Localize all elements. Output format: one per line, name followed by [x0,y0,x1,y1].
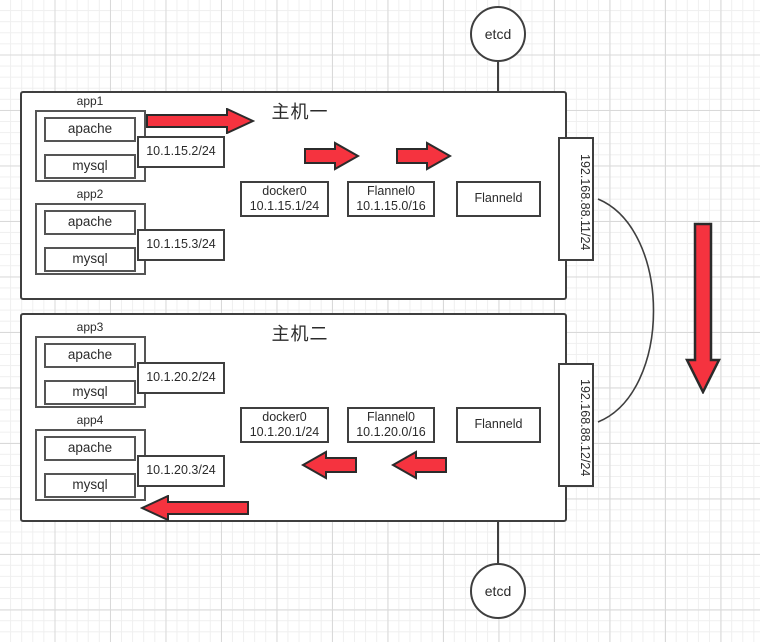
host1-flannel0-box: Flannel0 10.1.15.0/16 [347,181,435,217]
host1-docker0-box: docker0 10.1.15.1/24 [240,181,329,217]
app2-service-mysql: mysql [44,247,136,272]
app3-service-apache: apache [44,343,136,368]
etcd-bottom-node: etcd [470,563,526,619]
host2-docker0-box: docker0 10.1.20.1/24 [240,407,329,443]
app3-label: app3 [76,320,104,334]
app2-label: app2 [76,187,104,201]
app1-ip-box: 10.1.15.2/24 [137,136,225,168]
host2-docker0-name: docker0 [262,409,307,424]
host1-nic-box: 192.168.88.11/24 [558,137,594,261]
host2-flannel0-name: Flannel0 [367,409,415,424]
host2-flannel0-ip: 10.1.20.0/16 [356,425,426,439]
host1-title: 主机一 [271,102,329,122]
flow-arrow-down-inter-host [685,222,721,394]
diagram-canvas: 主机一 app1 apache mysql 10.1.15.2/24 app2 … [0,0,760,642]
app1-label: app1 [76,94,104,108]
host1-docker0-ip: 10.1.15.1/24 [249,199,320,213]
app2-ip-box: 10.1.15.3/24 [137,229,225,261]
host1-flannel0-ip: 10.1.15.0/16 [356,199,426,213]
etcd-top-node: etcd [470,6,526,62]
app4-label: app4 [76,413,104,427]
host2-docker0-ip: 10.1.20.1/24 [249,425,320,439]
app4-service-mysql: mysql [44,473,136,498]
app3-service-mysql: mysql [44,380,136,405]
app2-service-apache: apache [44,210,136,235]
inter-host-network-curve [597,198,655,423]
host2-title: 主机二 [271,324,329,344]
app3-ip-box: 10.1.20.2/24 [137,362,225,394]
host1-flannel0-name: Flannel0 [367,183,415,198]
app1-service-mysql: mysql [44,154,136,179]
app4-service-apache: apache [44,436,136,461]
host2-flanneld-box: Flanneld [456,407,541,443]
host2-nic-box: 192.168.88.12/24 [558,363,594,487]
host2-flannel0-box: Flannel0 10.1.20.0/16 [347,407,435,443]
app4-ip-box: 10.1.20.3/24 [137,455,225,487]
app1-service-apache: apache [44,117,136,142]
host1-docker0-name: docker0 [262,183,307,198]
host1-flanneld-box: Flanneld [456,181,541,217]
